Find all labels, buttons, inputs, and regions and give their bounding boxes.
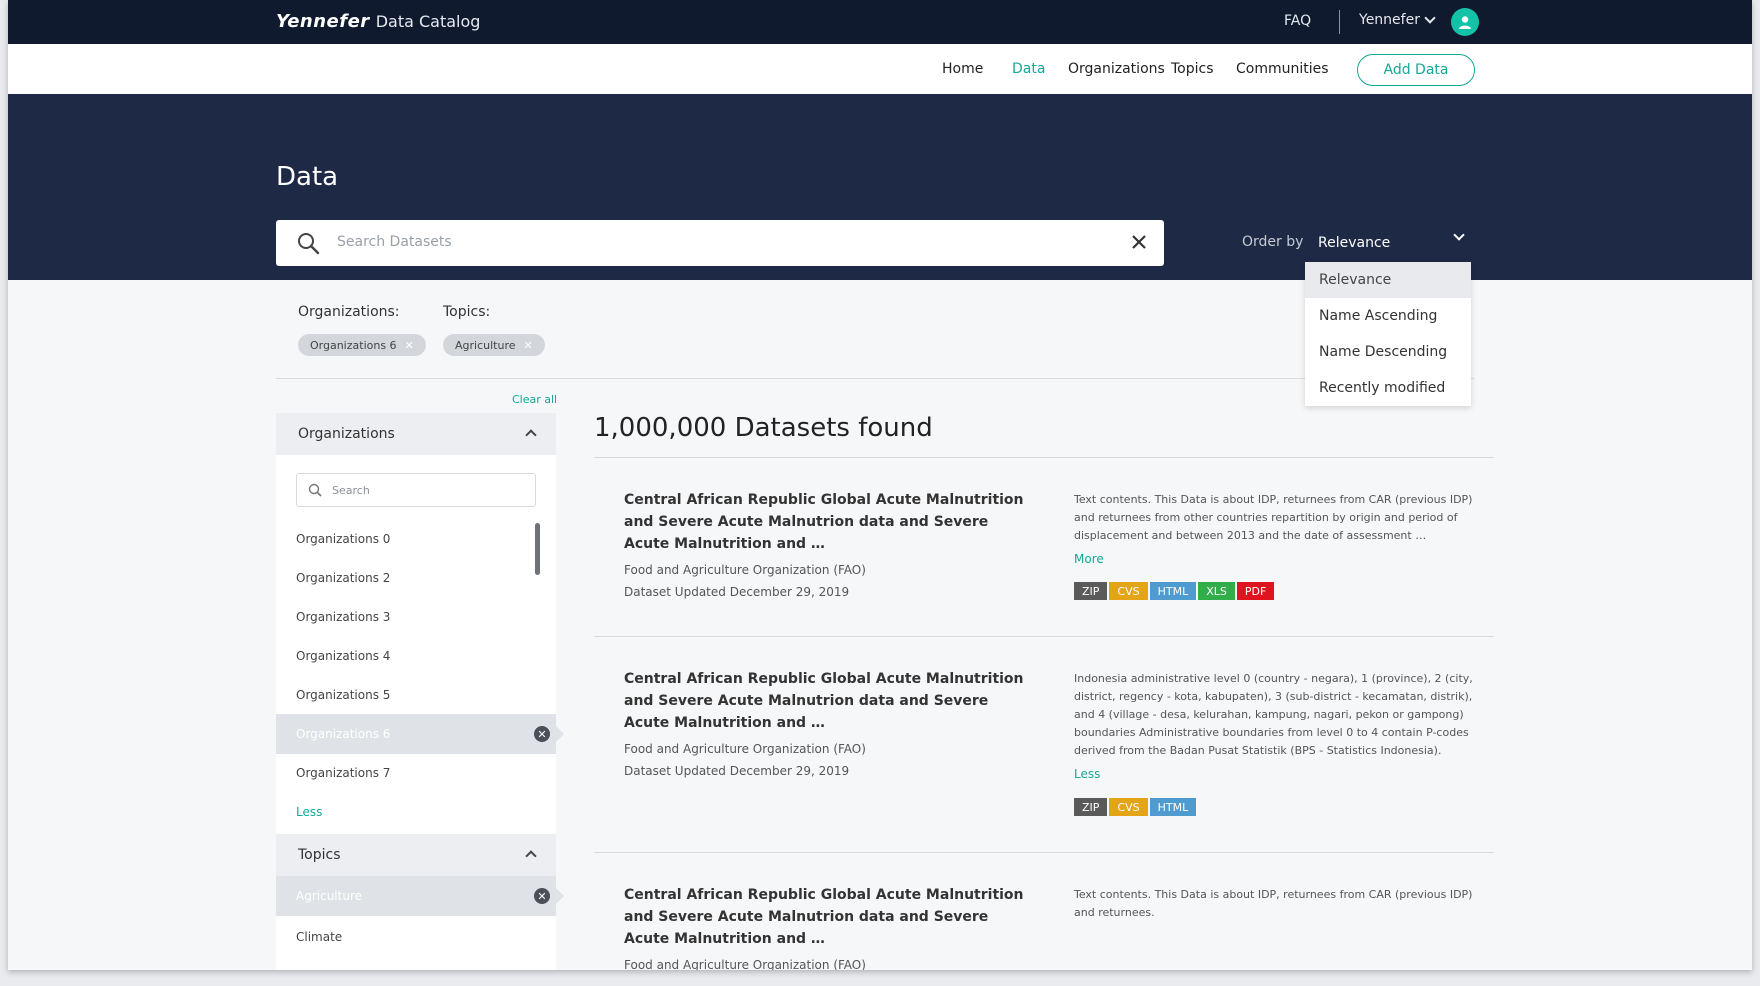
org-item[interactable]: Organizations 2 bbox=[296, 571, 390, 585]
chevron-down-icon[interactable] bbox=[1453, 229, 1465, 241]
close-icon[interactable]: ✕ bbox=[405, 339, 414, 352]
filter-sidebar: Organizations Search Organizations 0 Org… bbox=[276, 413, 564, 970]
nav-data[interactable]: Data bbox=[1012, 61, 1045, 77]
topics-filter-label: Topics: bbox=[443, 304, 491, 320]
hero: Data Search Datasets Order by Relevance bbox=[8, 94, 1752, 280]
panel-title: Topics bbox=[298, 847, 341, 863]
dataset-search[interactable]: Search Datasets bbox=[276, 220, 1164, 266]
nav-communities[interactable]: Communities bbox=[1236, 61, 1329, 77]
less-link[interactable]: Less bbox=[1074, 767, 1100, 781]
show-less-link[interactable]: Less bbox=[296, 805, 322, 819]
order-dropdown: Relevance Name Ascending Name Descending… bbox=[1305, 262, 1471, 406]
format-tag-pdf[interactable]: PDF bbox=[1236, 582, 1275, 600]
topic-item[interactable]: Climate bbox=[296, 930, 342, 944]
chevron-down-icon bbox=[1424, 12, 1436, 24]
topic-item-label: Agriculture bbox=[296, 889, 362, 903]
dataset-description: Text contents. This Data is about IDP, r… bbox=[1074, 888, 1473, 919]
search-icon bbox=[308, 483, 322, 497]
chip-label: Organizations 6 bbox=[310, 338, 397, 352]
topic-item-selected[interactable]: Agriculture ✕ bbox=[276, 876, 564, 916]
app-frame: Yennefer Data Catalog FAQ Yennefer Home … bbox=[8, 0, 1752, 970]
divider bbox=[1339, 10, 1340, 34]
app-name: Data Catalog bbox=[375, 12, 481, 31]
divider bbox=[594, 457, 1494, 458]
dataset-description: Text contents. This Data is about IDP, r… bbox=[1074, 493, 1473, 542]
remove-icon[interactable]: ✕ bbox=[534, 888, 550, 904]
add-data-button[interactable]: Add Data bbox=[1357, 54, 1475, 86]
org-item[interactable]: Organizations 7 bbox=[296, 766, 390, 780]
chevron-up-icon[interactable] bbox=[525, 850, 537, 862]
search-icon bbox=[298, 233, 320, 255]
dataset-organization: Food and Agriculture Organization (FAO) bbox=[624, 742, 866, 756]
user-icon bbox=[1459, 16, 1471, 29]
nav-organizations[interactable]: Organizations bbox=[1068, 61, 1165, 77]
order-option-name-asc[interactable]: Name Ascending bbox=[1305, 298, 1471, 334]
dataset-updated: Dataset Updated December 29, 2019 bbox=[624, 764, 850, 778]
dataset-updated: Dataset Updated December 29, 2019 bbox=[624, 585, 850, 599]
top-bar: Yennefer Data Catalog FAQ Yennefer bbox=[8, 0, 1752, 44]
org-item-label: Organizations 6 bbox=[296, 727, 391, 741]
page-title: Data bbox=[276, 162, 339, 192]
format-tags: ZIP CVS HTML bbox=[1074, 798, 1197, 816]
topics-panel-header[interactable]: Topics bbox=[276, 834, 556, 876]
panel-title: Organizations bbox=[298, 426, 395, 442]
organization-search[interactable]: Search bbox=[296, 473, 536, 507]
format-tag-html[interactable]: HTML bbox=[1149, 582, 1197, 600]
order-option-relevance[interactable]: Relevance bbox=[1305, 262, 1471, 298]
dataset-organization: Food and Agriculture Organization (FAO) bbox=[624, 958, 866, 970]
close-icon[interactable]: ✕ bbox=[524, 339, 533, 352]
organization-search-input[interactable]: Search bbox=[332, 484, 370, 497]
results-count: 1,000,000 Datasets found bbox=[594, 413, 933, 443]
dataset-title[interactable]: Central African Republic Global Acute Ma… bbox=[624, 884, 1024, 950]
org-item[interactable]: Organizations 5 bbox=[296, 688, 390, 702]
order-by-label: Order by bbox=[1242, 234, 1304, 250]
org-item-selected[interactable]: Organizations 6 ✕ bbox=[276, 714, 564, 754]
format-tag-cvs[interactable]: CVS bbox=[1109, 798, 1148, 816]
close-icon[interactable] bbox=[1131, 234, 1147, 250]
search-input[interactable]: Search Datasets bbox=[337, 234, 452, 250]
user-menu[interactable]: Yennefer bbox=[1359, 12, 1436, 28]
format-tags: ZIP CVS HTML XLS PDF bbox=[1074, 582, 1275, 600]
chevron-up-icon[interactable] bbox=[525, 429, 537, 441]
divider bbox=[276, 378, 1474, 379]
nav-topics[interactable]: Topics bbox=[1171, 61, 1214, 77]
clear-all-link[interactable]: Clear all bbox=[512, 393, 557, 406]
more-link[interactable]: More bbox=[1074, 552, 1104, 566]
main-nav: Home Data Organizations Topics Communiti… bbox=[8, 44, 1752, 94]
order-option-recent[interactable]: Recently modified bbox=[1305, 370, 1471, 406]
org-item[interactable]: Organizations 0 bbox=[296, 532, 390, 546]
format-tag-zip[interactable]: ZIP bbox=[1074, 798, 1108, 816]
filter-chip-organization[interactable]: Organizations 6 ✕ bbox=[298, 334, 426, 356]
format-tag-xls[interactable]: XLS bbox=[1198, 582, 1235, 600]
avatar[interactable] bbox=[1451, 8, 1479, 36]
divider bbox=[594, 852, 1494, 853]
filter-chip-topic[interactable]: Agriculture ✕ bbox=[443, 334, 545, 356]
format-tag-html[interactable]: HTML bbox=[1149, 798, 1197, 816]
faq-link[interactable]: FAQ bbox=[1284, 13, 1311, 29]
divider bbox=[594, 636, 1494, 637]
dataset-title[interactable]: Central African Republic Global Acute Ma… bbox=[624, 668, 1024, 734]
org-item[interactable]: Organizations 3 bbox=[296, 610, 390, 624]
dataset-description: Indonesia administrative level 0 (countr… bbox=[1074, 672, 1473, 757]
user-name: Yennefer bbox=[1359, 12, 1420, 28]
format-tag-cvs[interactable]: CVS bbox=[1109, 582, 1148, 600]
order-option-name-desc[interactable]: Name Descending bbox=[1305, 334, 1471, 370]
format-tag-zip[interactable]: ZIP bbox=[1074, 582, 1108, 600]
order-by-select[interactable]: Relevance bbox=[1318, 235, 1390, 251]
scrollbar[interactable] bbox=[535, 523, 540, 575]
nav-home[interactable]: Home bbox=[942, 61, 983, 77]
brand-logo: Yennefer bbox=[276, 11, 370, 32]
organizations-filter-label: Organizations: bbox=[298, 304, 400, 320]
org-item[interactable]: Organizations 4 bbox=[296, 649, 390, 663]
dataset-organization: Food and Agriculture Organization (FAO) bbox=[624, 563, 866, 577]
organizations-panel-header[interactable]: Organizations bbox=[276, 413, 556, 455]
remove-icon[interactable]: ✕ bbox=[534, 726, 550, 742]
dataset-title[interactable]: Central African Republic Global Acute Ma… bbox=[624, 489, 1024, 555]
chip-label: Agriculture bbox=[455, 338, 516, 352]
brand[interactable]: Yennefer Data Catalog bbox=[276, 11, 480, 32]
